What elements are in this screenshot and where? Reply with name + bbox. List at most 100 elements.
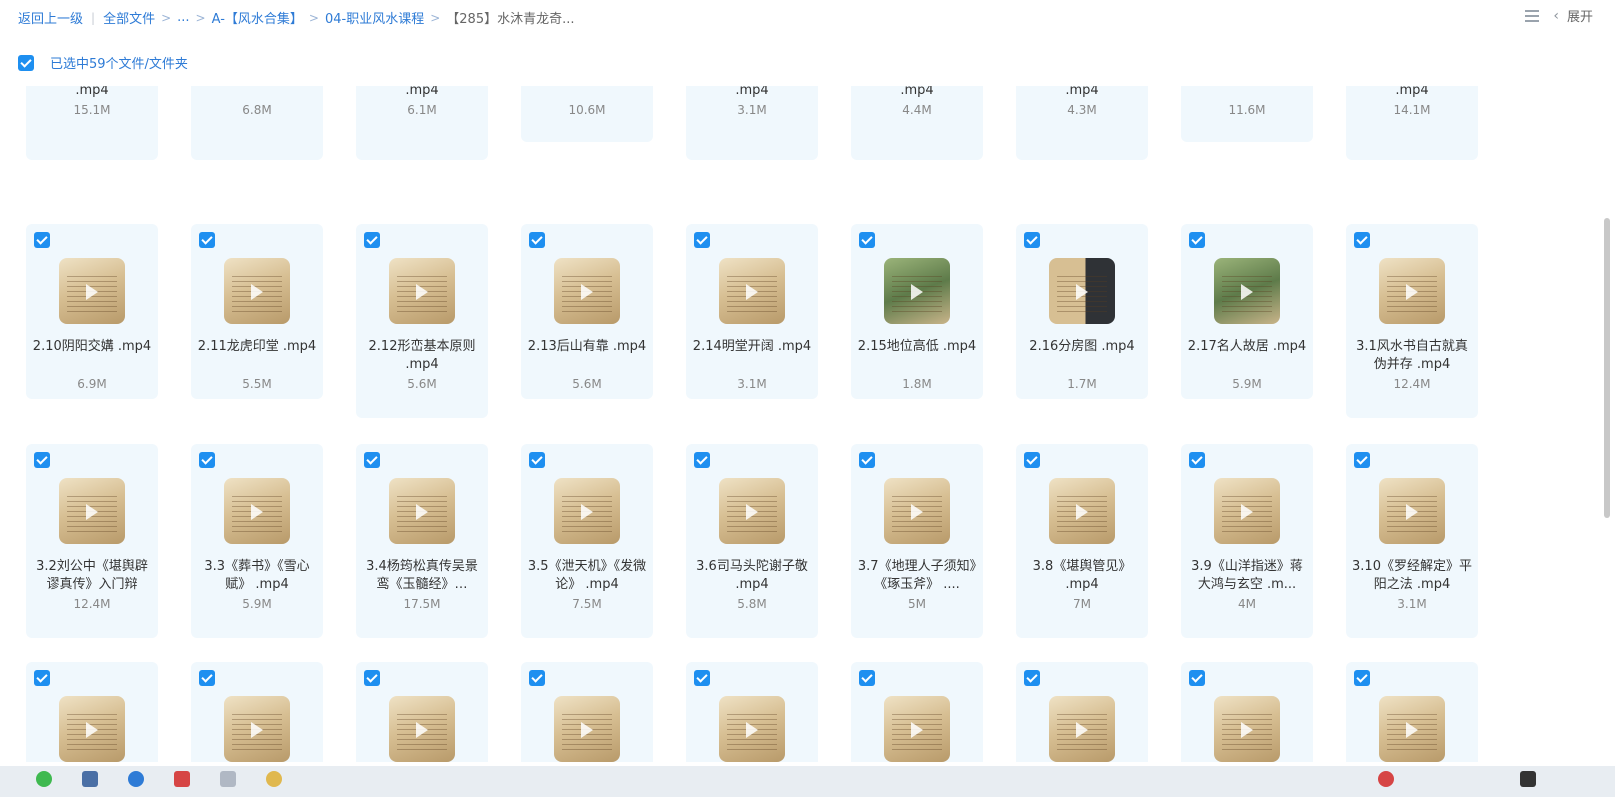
video-thumbnail[interactable] xyxy=(719,696,785,762)
file-card[interactable]: 3.6司马头陀谢子敬 .mp4 5.8M xyxy=(686,444,818,638)
file-card[interactable]: 3.3《葬书》《雪心赋》 .mp4 5.9M xyxy=(191,444,323,638)
file-card[interactable]: 2.2虚实阴阳 .mp46.8M xyxy=(191,86,323,160)
file-name[interactable]: 3.1风水书自古就真伪并存 .mp4 xyxy=(1352,338,1472,374)
file-name[interactable]: 2.17名人故居 .mp4 xyxy=(1187,338,1307,356)
file-checkbox[interactable] xyxy=(1189,452,1205,468)
file-card[interactable]: 2.8河图洛书 .mp411.6M xyxy=(1181,86,1313,142)
file-name[interactable]: 2.3房屋类比人体 .mp4 xyxy=(362,86,482,100)
file-name[interactable]: 3.4杨筠松真传吴景鸾《玉髓经》… xyxy=(362,558,482,594)
video-thumbnail[interactable] xyxy=(224,478,290,544)
video-thumbnail[interactable] xyxy=(59,696,125,762)
file-card[interactable]: 2.12形峦基本原则 .mp4 5.6M xyxy=(356,224,488,418)
file-card[interactable]: 2.15地位高低 .mp4 1.8M xyxy=(851,224,983,399)
video-thumbnail[interactable] xyxy=(1379,258,1445,324)
app-icon[interactable] xyxy=(220,771,236,787)
app-icon[interactable] xyxy=(266,771,282,787)
video-thumbnail[interactable] xyxy=(59,258,125,324)
video-thumbnail[interactable] xyxy=(554,696,620,762)
file-card[interactable]: 3.2刘公中《堪舆辟谬真传》入门辩 12.4M xyxy=(26,444,158,638)
file-card[interactable] xyxy=(521,662,653,762)
video-thumbnail[interactable] xyxy=(719,258,785,324)
file-checkbox[interactable] xyxy=(1354,452,1370,468)
file-checkbox[interactable] xyxy=(199,232,215,248)
video-thumbnail[interactable] xyxy=(1214,696,1280,762)
file-card[interactable]: 3.9《山洋指迷》蒋大鸿与玄空 .m... 4M xyxy=(1181,444,1313,638)
file-card[interactable]: 2.13后山有靠 .mp4 5.6M xyxy=(521,224,653,399)
file-checkbox[interactable] xyxy=(1354,670,1370,686)
file-checkbox[interactable] xyxy=(199,670,215,686)
back-link[interactable]: 返回上一级 xyxy=(18,8,83,27)
video-thumbnail[interactable] xyxy=(884,258,950,324)
file-name[interactable]: 3.7《地理人子须知》《琢玉斧》 .... xyxy=(857,558,977,594)
file-name[interactable]: 2.5南京总统府 .mp4 xyxy=(692,86,812,100)
file-name[interactable]: 3.8《堪舆管见》 .mp4 xyxy=(1022,558,1142,594)
file-name[interactable]: 3.5《泄天机》《发微论》 .mp4 xyxy=(527,558,647,594)
file-checkbox[interactable] xyxy=(1024,232,1040,248)
file-card[interactable]: 2.5南京总统府 .mp4 3.1M xyxy=(686,86,818,160)
file-card[interactable] xyxy=(851,662,983,762)
app-icon[interactable] xyxy=(174,771,190,787)
file-name[interactable]: 3.2刘公中《堪舆辟谬真传》入门辩 xyxy=(32,558,152,594)
file-card[interactable] xyxy=(686,662,818,762)
app-icon[interactable] xyxy=(36,771,52,787)
file-card[interactable]: 2.9吉凶生手动 .mp4 14.1M xyxy=(1346,86,1478,160)
video-thumbnail[interactable] xyxy=(1049,478,1115,544)
file-card[interactable]: 3.8《堪舆管见》 .mp4 7M xyxy=(1016,444,1148,638)
file-card[interactable] xyxy=(1181,662,1313,762)
video-thumbnail[interactable] xyxy=(1214,478,1280,544)
file-card[interactable]: 2.3房屋类比人体 .mp4 6.1M xyxy=(356,86,488,160)
file-card[interactable]: 2.16分房图 .mp4 1.7M xyxy=(1016,224,1148,399)
file-card[interactable]: 3.7《地理人子须知》《琢玉斧》 .... 5M xyxy=(851,444,983,638)
file-card[interactable]: 2.6千金门楼四两屋 .mp4 4.4M xyxy=(851,86,983,160)
file-name[interactable]: 2.11龙虎印堂 .mp4 xyxy=(197,338,317,356)
file-checkbox[interactable] xyxy=(34,232,50,248)
video-thumbnail[interactable] xyxy=(1049,258,1115,324)
file-name[interactable]: 2.13后山有靠 .mp4 xyxy=(527,338,647,356)
file-name[interactable]: 3.3《葬书》《雪心赋》 .mp4 xyxy=(197,558,317,594)
file-card[interactable] xyxy=(191,662,323,762)
file-checkbox[interactable] xyxy=(199,452,215,468)
file-card[interactable] xyxy=(356,662,488,762)
video-thumbnail[interactable] xyxy=(1379,478,1445,544)
file-checkbox[interactable] xyxy=(1354,232,1370,248)
file-name[interactable]: 3.9《山洋指迷》蒋大鸿与玄空 .m... xyxy=(1187,558,1307,594)
video-thumbnail[interactable] xyxy=(884,478,950,544)
file-checkbox[interactable] xyxy=(1189,670,1205,686)
breadcrumb-level2[interactable]: 04-职业风水课程 xyxy=(325,8,424,27)
file-card[interactable]: 2.1 遁甲形峦派 .mp4 15.1M xyxy=(26,86,158,160)
app-icon[interactable] xyxy=(128,771,144,787)
file-name[interactable]: 2.12形峦基本原则 .mp4 xyxy=(362,338,482,374)
breadcrumb-level1[interactable]: A-【风水合集】 xyxy=(212,8,303,27)
file-name[interactable]: 2.7左青龙右白虎 .mp4 xyxy=(1022,86,1142,100)
file-name[interactable]: 2.1 遁甲形峦派 .mp4 xyxy=(32,86,152,100)
video-thumbnail[interactable] xyxy=(59,478,125,544)
video-thumbnail[interactable] xyxy=(554,258,620,324)
file-card[interactable]: 2.17名人故居 .mp4 5.9M xyxy=(1181,224,1313,399)
video-thumbnail[interactable] xyxy=(1049,696,1115,762)
file-checkbox[interactable] xyxy=(694,452,710,468)
file-card[interactable] xyxy=(1346,662,1478,762)
select-all-checkbox[interactable] xyxy=(18,54,34,71)
tray-icon[interactable] xyxy=(1520,771,1536,787)
file-card[interactable]: 2.14明堂开阔 .mp4 3.1M xyxy=(686,224,818,399)
file-checkbox[interactable] xyxy=(1024,670,1040,686)
file-card[interactable]: 3.5《泄天机》《发微论》 .mp4 7.5M xyxy=(521,444,653,638)
file-card[interactable]: 3.1风水书自古就真伪并存 .mp4 12.4M xyxy=(1346,224,1478,418)
file-name[interactable]: 3.10《罗经解定》平阳之法 .mp4 xyxy=(1352,558,1472,594)
file-checkbox[interactable] xyxy=(859,232,875,248)
file-card[interactable] xyxy=(1016,662,1148,762)
file-checkbox[interactable] xyxy=(34,670,50,686)
video-thumbnail[interactable] xyxy=(224,258,290,324)
video-thumbnail[interactable] xyxy=(719,478,785,544)
file-name[interactable]: 2.9吉凶生手动 .mp4 xyxy=(1352,86,1472,100)
video-thumbnail[interactable] xyxy=(389,478,455,544)
video-thumbnail[interactable] xyxy=(224,696,290,762)
file-checkbox[interactable] xyxy=(364,670,380,686)
file-name[interactable]: 3.6司马头陀谢子敬 .mp4 xyxy=(692,558,812,594)
file-name[interactable]: 2.14明堂开阔 .mp4 xyxy=(692,338,812,356)
file-checkbox[interactable] xyxy=(694,670,710,686)
file-card[interactable]: 3.4杨筠松真传吴景鸾《玉髓经》… 17.5M xyxy=(356,444,488,638)
file-checkbox[interactable] xyxy=(529,452,545,468)
video-thumbnail[interactable] xyxy=(1379,696,1445,762)
video-thumbnail[interactable] xyxy=(554,478,620,544)
